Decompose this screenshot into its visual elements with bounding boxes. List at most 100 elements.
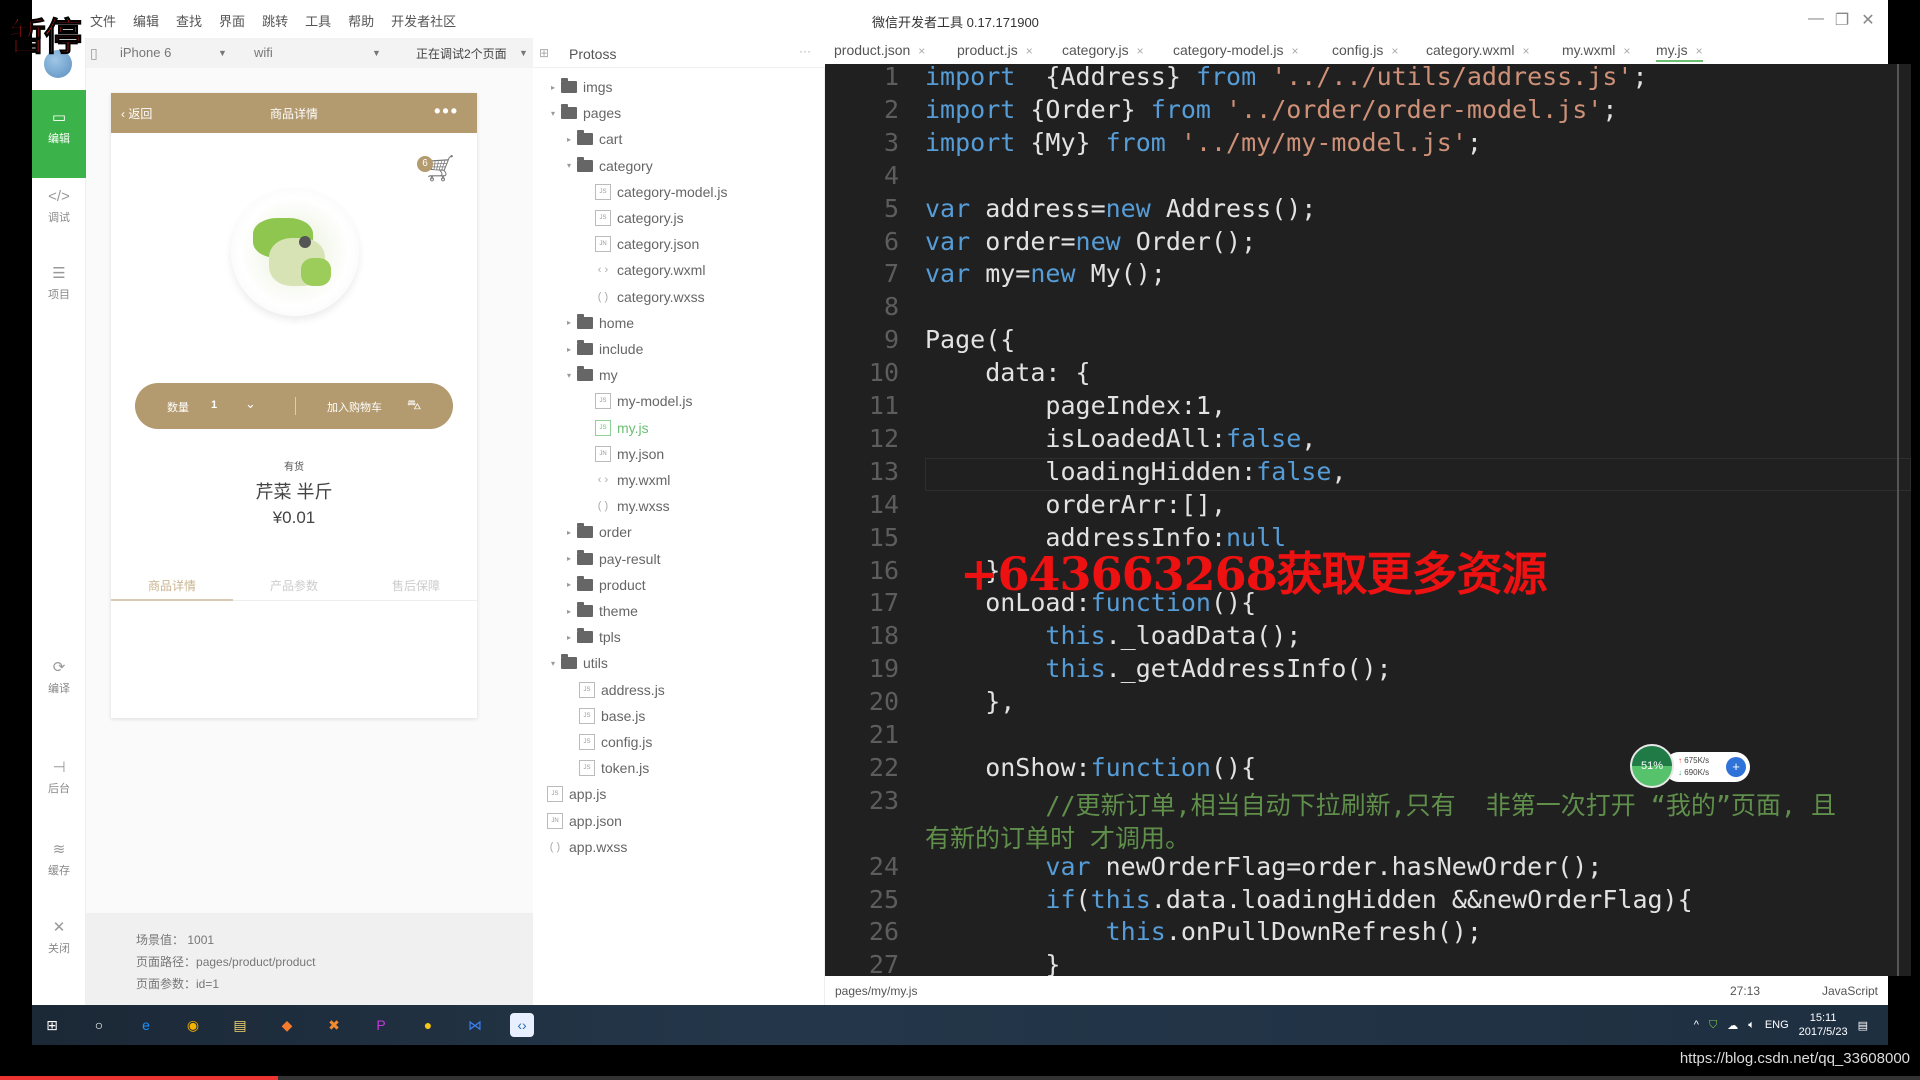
file-item[interactable]: JS config.js <box>579 731 652 753</box>
menu-item[interactable]: 文件 <box>90 11 116 30</box>
tab-after-sales[interactable]: 售后保障 <box>355 577 477 594</box>
folder-item[interactable]: ▸ cart <box>563 128 622 150</box>
sidebar-item-5[interactable]: ≋ 缓存 <box>32 840 86 878</box>
search-circle-icon[interactable]: ○ <box>87 1013 111 1037</box>
chevron-right-icon[interactable]: ▸ <box>547 83 559 92</box>
close-window-button[interactable]: ✕ <box>1858 10 1878 30</box>
cart-icon[interactable]: ⛍ <box>407 396 421 415</box>
file-item[interactable]: ( ) app.wxss <box>547 836 628 858</box>
device-select[interactable]: iPhone 6 <box>120 45 171 60</box>
file-item[interactable]: ‹ › my.wxml <box>595 469 671 491</box>
plus-icon[interactable]: + <box>1726 757 1746 777</box>
file-item[interactable]: ( ) my.wxss <box>595 495 670 517</box>
sidebar-item-2[interactable]: ☰ 项目 <box>32 264 86 302</box>
chevron-down-icon[interactable]: ▾ <box>547 109 559 118</box>
sidebar-item-4[interactable]: ⊣ 后台 <box>32 758 86 796</box>
menu-item[interactable]: 跳转 <box>262 11 288 30</box>
editor-tab[interactable]: my.wxml × <box>1562 42 1630 58</box>
network-icon[interactable]: ☁ <box>1727 1019 1738 1032</box>
chevron-right-icon[interactable]: ▸ <box>563 528 575 537</box>
chevron-right-icon[interactable]: ▸ <box>563 345 575 354</box>
chevron-down-icon[interactable]: ▾ <box>563 161 575 170</box>
file-item[interactable]: JS category.js <box>595 207 684 229</box>
folder-item[interactable]: ▾ my <box>563 364 618 386</box>
notification-icon[interactable]: ▤ <box>1858 1019 1868 1032</box>
menu-item[interactable]: 开发者社区 <box>391 11 456 30</box>
chevron-right-icon[interactable]: ▸ <box>563 135 575 144</box>
quantity-picker[interactable]: 1 <box>211 399 217 411</box>
folder-item[interactable]: ▾ pages <box>547 102 621 124</box>
menu-item[interactable]: 编辑 <box>133 11 159 30</box>
chevron-down-icon[interactable]: ▾ <box>563 371 575 380</box>
debug-pages-dropdown[interactable]: 正在调试2个页面 <box>416 45 507 62</box>
video-progress-bar[interactable] <box>0 1076 1920 1080</box>
maximize-button[interactable]: ❐ <box>1832 10 1852 30</box>
add-to-cart-button[interactable]: 加入购物车 <box>327 399 382 415</box>
editor-tab[interactable]: product.js × <box>957 42 1033 58</box>
shield-icon[interactable]: ⛉ <box>1709 1019 1717 1032</box>
chevron-up-icon[interactable]: ^ <box>1694 1019 1699 1031</box>
file-item[interactable]: JS category-model.js <box>595 181 728 203</box>
file-item[interactable]: JN app.json <box>547 810 622 832</box>
close-tab-icon[interactable]: × <box>1292 44 1299 58</box>
tab-product-detail[interactable]: 商品详情 <box>111 577 233 594</box>
sidebar-item-0[interactable]: ▭ 编辑 <box>32 90 86 178</box>
editor-tab[interactable]: category.js × <box>1062 42 1144 58</box>
close-tab-icon[interactable]: × <box>1137 44 1144 58</box>
folder-item[interactable]: ▸ imgs <box>547 76 613 98</box>
app-icon-orange[interactable]: ◆ <box>275 1013 299 1037</box>
folder-item[interactable]: ▸ include <box>563 338 643 360</box>
close-tab-icon[interactable]: × <box>918 44 925 58</box>
folder-item[interactable]: ▾ category <box>563 155 653 177</box>
sidebar-item-3[interactable]: ⟳ 编译 <box>32 658 86 696</box>
file-explorer-icon[interactable]: ▤ <box>228 1013 252 1037</box>
editor-tab[interactable]: category-model.js × <box>1173 42 1299 58</box>
sidebar-item-1[interactable]: </> 调试 <box>32 188 86 225</box>
menu-item[interactable]: 查找 <box>176 11 202 30</box>
close-tab-icon[interactable]: × <box>1026 44 1033 58</box>
volume-icon[interactable]: 🔈︎ <box>1748 1019 1755 1032</box>
windows-start-icon[interactable]: ⊞ <box>40 1013 64 1037</box>
memory-usage-ball[interactable]: 51% <box>1630 744 1674 788</box>
close-tab-icon[interactable]: × <box>1522 44 1529 58</box>
app-icon-x[interactable]: ✖ <box>322 1013 346 1037</box>
file-item[interactable]: JS app.js <box>547 783 606 805</box>
chevron-down-icon[interactable]: ⌄ <box>245 396 256 412</box>
more-options-icon[interactable]: ••• <box>434 101 459 122</box>
clock[interactable]: 15:11 2017/5/23 <box>1799 1011 1848 1039</box>
file-item[interactable]: JS my-model.js <box>595 390 692 412</box>
vscode-icon[interactable]: ⋈ <box>463 1013 487 1037</box>
chrome-browser-icon[interactable]: ◉ <box>181 1013 205 1037</box>
close-tab-icon[interactable]: × <box>1696 44 1703 58</box>
minimize-button[interactable]: — <box>1806 10 1826 28</box>
menu-item[interactable]: 界面 <box>219 11 245 30</box>
chevron-right-icon[interactable]: ▸ <box>563 607 575 616</box>
editor-tab[interactable]: my.js × <box>1656 42 1703 62</box>
network-select[interactable]: wifi <box>254 45 273 60</box>
editor-tab[interactable]: product.json × <box>834 42 925 58</box>
folder-item[interactable]: ▸ pay-result <box>563 548 660 570</box>
file-item[interactable]: JS token.js <box>579 757 649 779</box>
file-item[interactable]: JS my.js <box>595 417 649 439</box>
phpstorm-icon[interactable]: P <box>369 1013 393 1037</box>
chevron-right-icon[interactable]: ▸ <box>563 318 575 327</box>
language-mode[interactable]: JavaScript <box>1822 984 1878 998</box>
edge-browser-icon[interactable]: e <box>134 1013 158 1037</box>
close-tab-icon[interactable]: × <box>1391 44 1398 58</box>
folder-item[interactable]: ▸ home <box>563 312 634 334</box>
file-item[interactable]: JS base.js <box>579 705 645 727</box>
folder-item[interactable]: ▸ order <box>563 521 632 543</box>
more-icon[interactable]: ··· <box>799 44 811 58</box>
chevron-right-icon[interactable]: ▸ <box>563 633 575 642</box>
menu-item[interactable]: 工具 <box>305 11 331 30</box>
folder-item[interactable]: ▸ tpls <box>563 626 621 648</box>
editor-tab[interactable]: config.js × <box>1332 42 1398 58</box>
sidebar-item-6[interactable]: ✕ 关闭 <box>32 918 86 956</box>
chevron-down-icon[interactable]: ▾ <box>547 659 559 668</box>
file-item[interactable]: JN category.json <box>595 233 699 255</box>
file-item[interactable]: ‹ › category.wxml <box>595 259 706 281</box>
chevron-right-icon[interactable]: ▸ <box>563 554 575 563</box>
folder-item[interactable]: ▸ product <box>563 574 646 596</box>
wechat-devtools-icon[interactable]: ‹› <box>510 1013 534 1037</box>
app-icon-yellow[interactable]: ● <box>416 1013 440 1037</box>
